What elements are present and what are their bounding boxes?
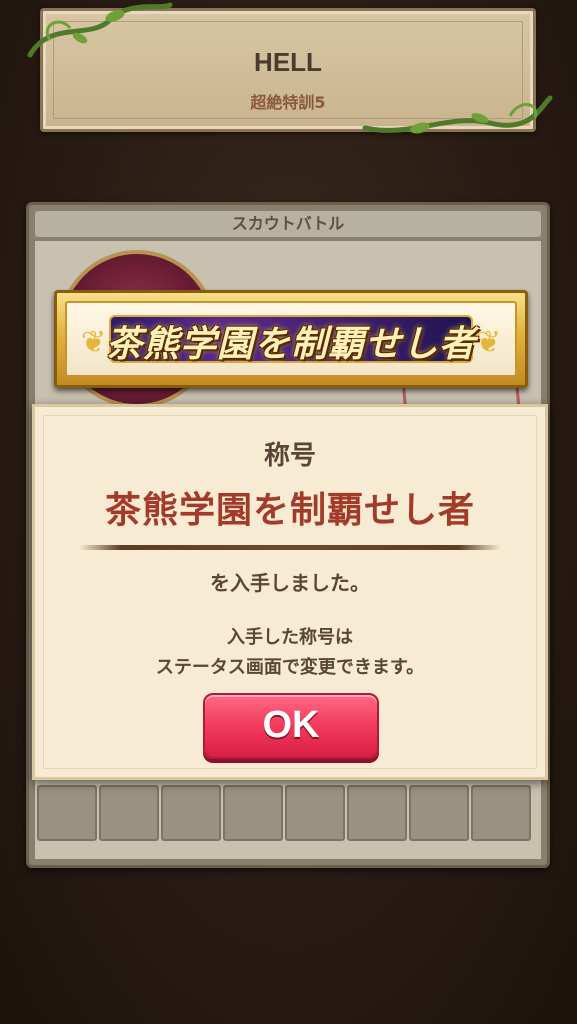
item-slot [409,785,469,841]
dialog-heading: 称号 [263,441,316,471]
vine-decoration-bottom-right [362,95,553,134]
item-slot [285,785,345,841]
note-line-2: ステータス画面で変更できます。 [155,657,425,678]
title-banner: ❦ ❦ 茶熊学園を制覇せし者 [54,290,528,388]
item-slot [99,785,159,841]
ok-button[interactable]: OK [203,693,379,759]
item-slot [37,785,97,841]
vine-decoration-top-left [27,2,173,58]
panel-header: スカウトバトル [35,211,541,237]
note-line-1: 入手した称号は [227,627,353,648]
item-slot [347,785,407,841]
item-slot [161,785,221,841]
divider [79,545,501,550]
acquired-title-name: 茶熊学園を制覇せし者 [104,490,475,531]
banner-title-text: 茶熊学園を制覇せし者 [105,324,476,365]
title-acquired-dialog: 称号 茶熊学園を制覇せし者 を入手しました。 入手した称号は ステータス画面で変… [32,404,548,780]
banner-inner: ❦ ❦ 茶熊学園を制覇せし者 [65,301,517,377]
item-slot [471,785,531,841]
obtained-message: を入手しました。 [210,571,370,595]
item-slot [223,785,283,841]
